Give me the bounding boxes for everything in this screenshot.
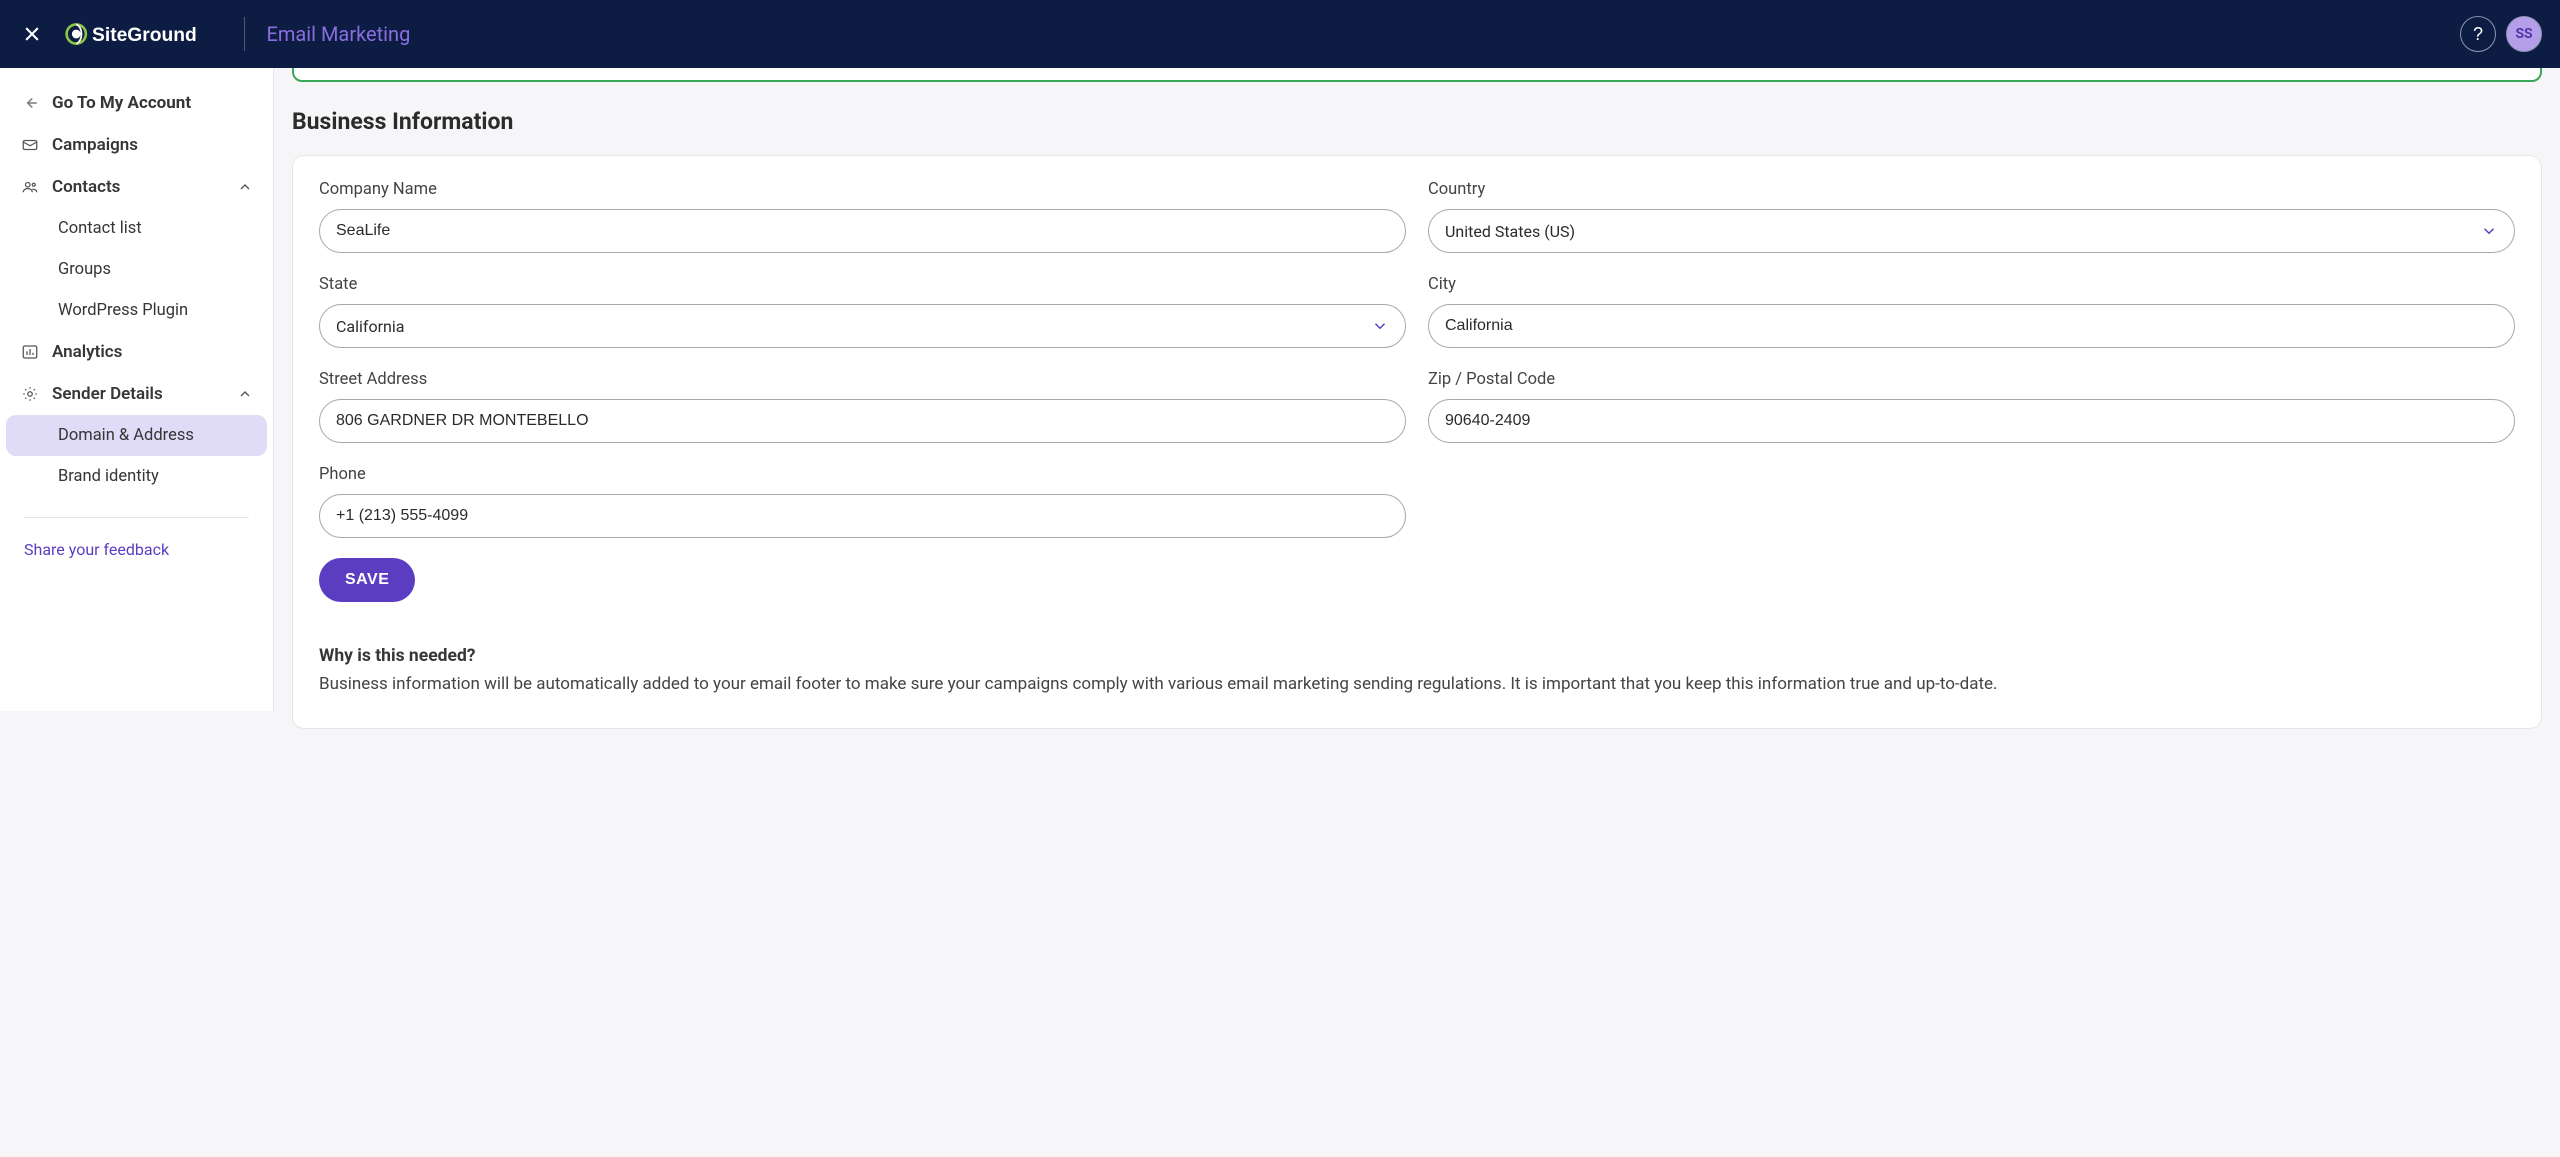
street-label: Street Address [319,370,1406,389]
sidebar-item-label: Analytics [52,342,122,362]
country-value: United States (US) [1445,222,1575,241]
app-layout: Go To My Account Campaigns Contacts Cont… [0,68,2560,749]
sidebar-sub-contact-list[interactable]: Contact list [6,208,267,249]
people-icon [20,177,40,197]
help-icon: ? [2473,24,2483,45]
chevron-down-icon [2480,222,2498,240]
zip-input[interactable] [1428,399,2515,443]
sidebar-sub-wp-plugin[interactable]: WordPress Plugin [6,290,267,331]
sidebar-item-campaigns[interactable]: Campaigns [6,124,267,166]
svg-text:SiteGround: SiteGround [92,25,197,46]
city-label: City [1428,275,2515,294]
envelope-icon [20,135,40,155]
sidebar-item-label: Contacts [52,177,120,197]
phone-label: Phone [319,465,1406,484]
go-to-account-label: Go To My Account [52,93,191,113]
sidebar-item-label: Sender Details [52,384,163,404]
header-section-title: Email Marketing [267,22,411,46]
chevron-up-icon [237,386,253,402]
sidebar-item-contacts[interactable]: Contacts [6,166,267,208]
go-to-account-link[interactable]: Go To My Account [6,82,267,124]
chevron-down-icon [1371,317,1389,335]
sidebar-item-analytics[interactable]: Analytics [6,331,267,373]
business-info-card: Company Name Country United States (US) … [292,155,2542,729]
form-grid: Company Name Country United States (US) … [319,180,2515,538]
main-content: Business Information Company Name Countr… [274,68,2560,749]
page-title: Business Information [292,108,2542,135]
company-field: Company Name [319,180,1406,253]
close-icon [22,24,42,44]
gear-icon [20,384,40,404]
sidebar-sub-label: Groups [58,260,111,279]
city-input[interactable] [1428,304,2515,348]
state-value: California [336,317,404,336]
info-block: Why is this needed? Business information… [319,646,2515,698]
chart-icon [20,342,40,362]
state-select[interactable]: California [319,304,1406,348]
state-label: State [319,275,1406,294]
info-heading: Why is this needed? [319,646,2515,666]
app-header: SiteGround Email Marketing ? SS [0,0,2560,68]
zip-field: Zip / Postal Code [1428,370,2515,443]
country-select[interactable]: United States (US) [1428,209,2515,253]
zip-label: Zip / Postal Code [1428,370,2515,389]
country-field: Country United States (US) [1428,180,2515,253]
header-divider [244,17,245,51]
sidebar-sub-groups[interactable]: Groups [6,249,267,290]
country-label: Country [1428,180,2515,199]
sidebar-sub-domain-address[interactable]: Domain & Address [6,415,267,456]
avatar[interactable]: SS [2506,16,2542,52]
save-button[interactable]: SAVE [319,558,415,602]
help-button[interactable]: ? [2460,16,2496,52]
feedback-link-label: Share your feedback [24,540,169,559]
sidebar-divider [24,517,249,518]
sidebar-sub-label: WordPress Plugin [58,301,188,320]
sidebar-sub-label: Contact list [58,219,142,238]
company-label: Company Name [319,180,1406,199]
header-right: ? SS [2460,16,2542,52]
state-field: State California [319,275,1406,348]
street-input[interactable] [319,399,1406,443]
info-text: Business information will be automatical… [319,672,2515,698]
feedback-link[interactable]: Share your feedback [6,538,267,561]
header-left: SiteGround Email Marketing [18,17,410,51]
city-field: City [1428,275,2515,348]
avatar-initials: SS [2515,26,2532,42]
phone-field: Phone [319,465,1406,538]
company-input[interactable] [319,209,1406,253]
save-button-label: SAVE [345,571,389,588]
sidebar-item-sender-details[interactable]: Sender Details [6,373,267,415]
close-button[interactable] [18,20,46,48]
street-field: Street Address [319,370,1406,443]
sidebar-item-label: Campaigns [52,135,138,155]
arrow-left-icon [20,93,40,113]
sidebar-sub-label: Brand identity [58,467,159,486]
sidebar-sub-label: Domain & Address [58,426,194,445]
success-banner-bottom [292,68,2542,82]
siteground-logo: SiteGround [64,20,222,48]
phone-input[interactable] [319,494,1406,538]
chevron-up-icon [237,179,253,195]
sidebar-sub-brand-identity[interactable]: Brand identity [6,456,267,497]
sidebar: Go To My Account Campaigns Contacts Cont… [0,68,274,711]
